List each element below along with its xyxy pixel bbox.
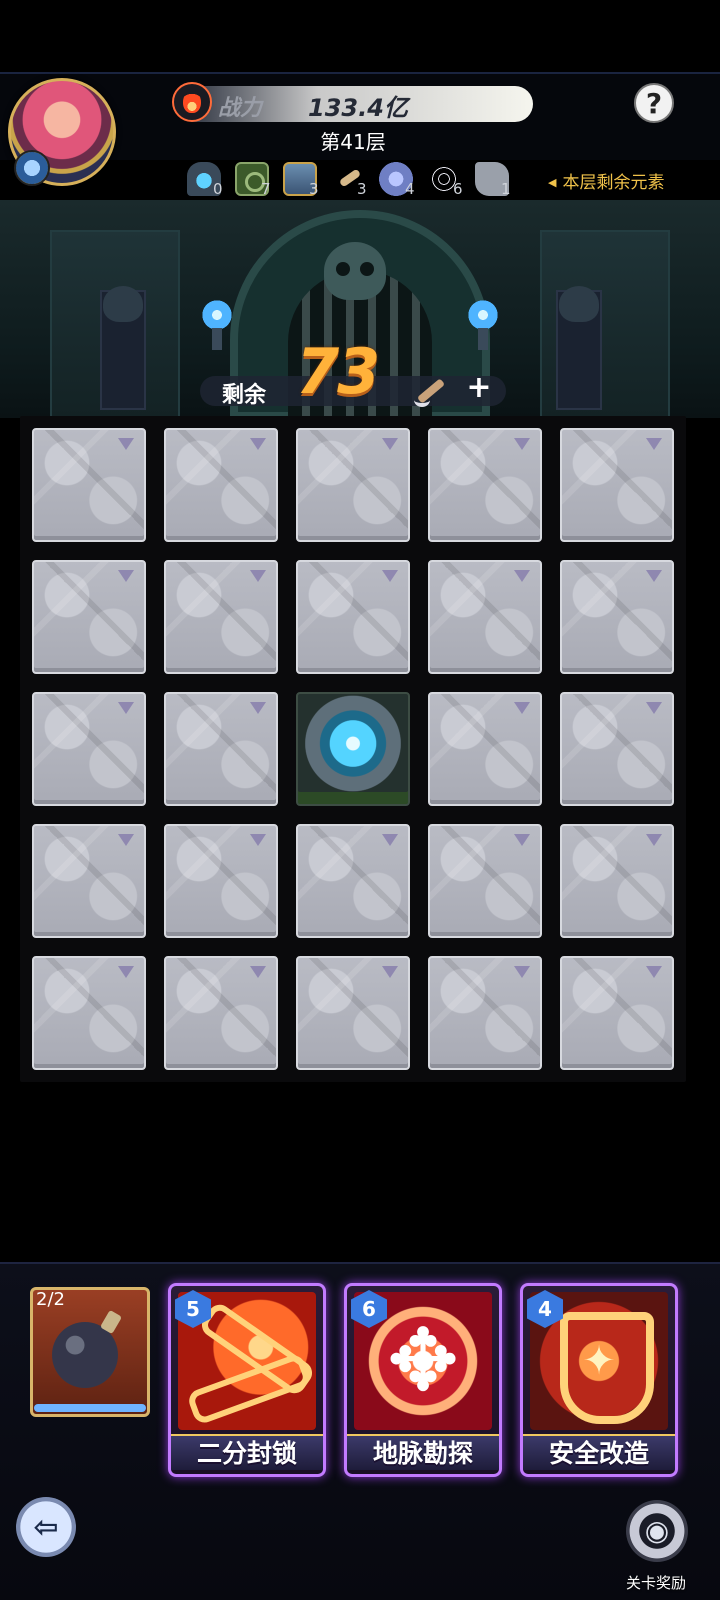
stone-tile[interactable] [428,824,542,938]
stone-tile[interactable] [560,560,674,674]
stage-reward-button[interactable] [626,1500,688,1562]
skill-card-ley-survey[interactable]: 6 地脉勘探 [344,1283,502,1477]
power-value: 133.4亿 [308,94,408,122]
add-moves-button[interactable]: + [462,371,496,405]
status-bar-area [0,0,720,72]
skill-name: 二分封锁 [171,1434,323,1470]
skill-name: 安全改造 [523,1434,675,1470]
stone-tile[interactable] [296,560,410,674]
stone-tile[interactable] [296,824,410,938]
element-pickaxe: 3 [327,160,375,200]
element-portal: 0 [183,160,231,200]
element-count: 3 [309,180,319,198]
bomb-count: 2/2 [36,1289,65,1310]
element-puzzle: 1 [471,160,519,200]
element-block: 7 [231,160,279,200]
skill-card-safe-renovation[interactable]: 4 安全改造 [520,1283,678,1477]
stone-tile[interactable] [32,560,146,674]
skull-icon [559,286,599,322]
stone-tile[interactable] [560,824,674,938]
stone-tile[interactable] [164,560,278,674]
skill-card-binary-lock[interactable]: 5 二分封锁 [168,1283,326,1477]
stone-tile[interactable] [164,692,278,806]
element-count: 1 [501,180,511,198]
element-count: 0 [213,180,223,198]
skill-name: 地脉勘探 [347,1434,499,1470]
stone-tile[interactable] [164,956,278,1070]
stone-tile[interactable] [428,560,542,674]
stone-tile[interactable] [428,956,542,1070]
stone-tile[interactable] [164,824,278,938]
stone-tile[interactable] [32,428,146,542]
pickaxe-icon [410,373,446,409]
element-count: 4 [405,180,415,198]
torch-icon [190,300,244,350]
game-board [20,416,686,1082]
remaining-elements-link[interactable]: 本层剩余元素 [548,168,664,193]
stone-tile[interactable] [32,956,146,1070]
exit-icon: ⇦ [33,1509,59,1545]
remaining-label: 剩余 [222,383,267,408]
element-chest: 3 [279,160,327,200]
stone-tile[interactable] [428,428,542,542]
remaining-moves: 73 [296,335,380,408]
element-count: 7 [261,180,271,198]
stage-reward-label: 关卡奖励 [626,1574,687,1592]
torch-icon [456,300,510,350]
stone-tile[interactable] [560,692,674,806]
stone-tile[interactable] [428,692,542,806]
remaining-elements-bar[interactable]: 0 7 3 3 4 6 1 [183,154,533,204]
skull-icon [103,286,143,322]
stone-tile[interactable] [296,428,410,542]
portal-tile[interactable] [296,692,410,806]
avatar-badge-icon [14,150,50,186]
element-spiderweb: 6 [423,160,471,200]
element-count: 6 [453,180,463,198]
power-label: 战力 [218,96,263,121]
help-button[interactable]: ? [634,83,674,123]
stone-tile[interactable] [32,824,146,938]
bomb-progress-fill [34,1404,146,1412]
stone-tile[interactable] [296,956,410,1070]
stone-tile[interactable] [32,692,146,806]
skull-icon [324,242,386,300]
flame-icon [172,82,212,122]
stone-tile[interactable] [560,956,674,1070]
element-count: 3 [357,180,367,198]
exit-button[interactable]: ⇦ [16,1497,76,1557]
stone-tile[interactable] [164,428,278,542]
stone-tile[interactable] [560,428,674,542]
element-shield: 4 [371,154,423,204]
